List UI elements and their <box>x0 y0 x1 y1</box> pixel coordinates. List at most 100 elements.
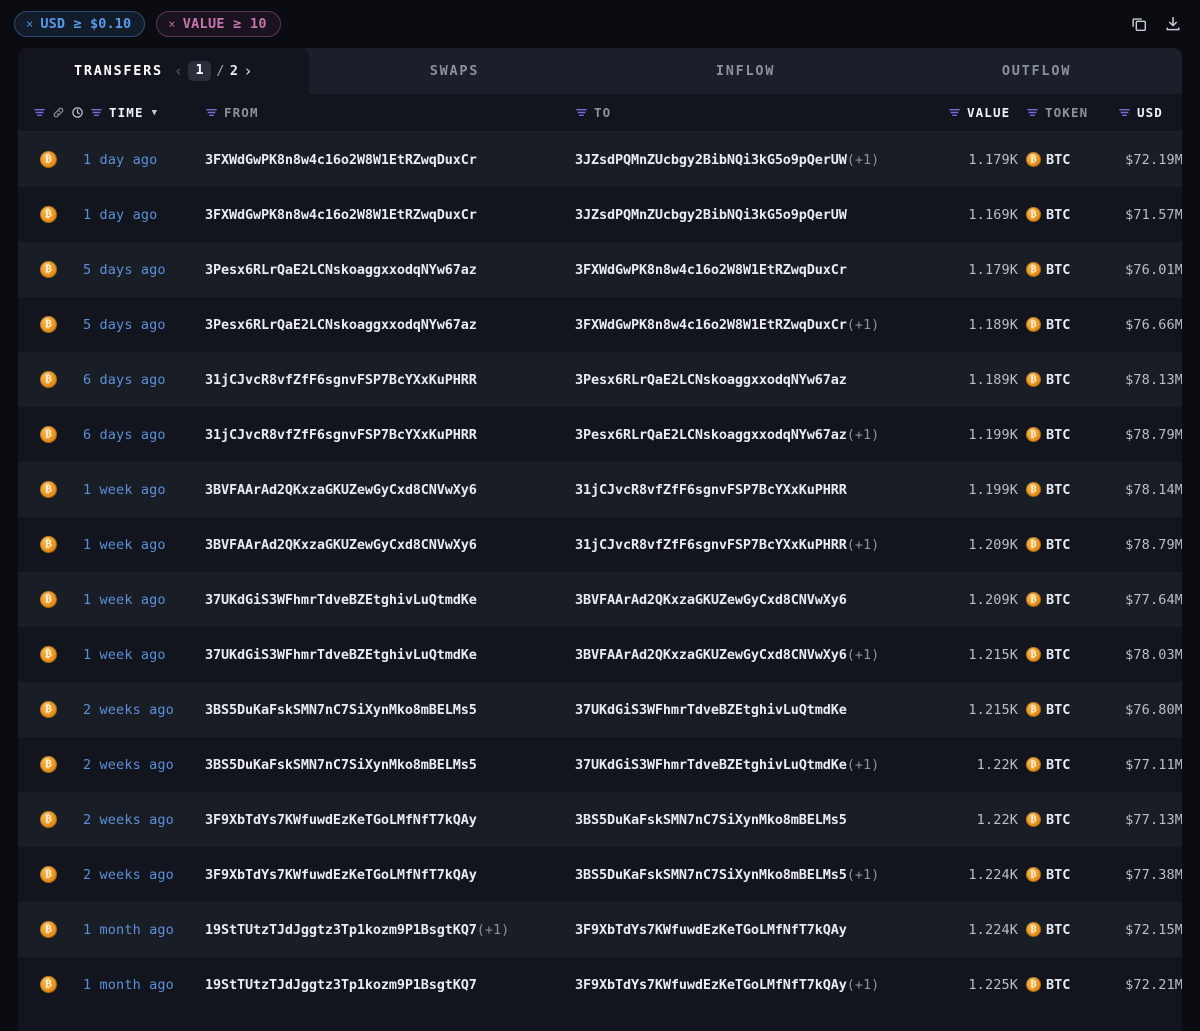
token-cell[interactable]: ₿ BTC <box>1026 537 1070 553</box>
time-cell[interactable]: 1 month ago <box>83 922 174 938</box>
from-cell[interactable]: 37UKdGiS3WFhmrTdveBZEtghivLuQtmdKe <box>205 647 477 663</box>
tab-swaps[interactable]: SWAPS <box>309 48 600 94</box>
time-cell[interactable]: 5 days ago <box>83 317 166 333</box>
filter-chip-value[interactable]: × VALUE ≥ 10 <box>156 11 281 37</box>
table-row[interactable]: ₿ 1 day ago 3FXWdGwPK8n8w4c16o2W8W1EtRZwqD… <box>18 187 1182 242</box>
from-cell[interactable]: 3Pesx6RLrQaE2LCNskoaggxxodqNYw67az <box>205 317 477 333</box>
table-row[interactable]: ₿ 2 weeks ago 3F9XbTdYs7KWfuwdEzKeTGoLMfNf… <box>18 847 1182 902</box>
time-cell[interactable]: 1 week ago <box>83 482 166 498</box>
from-cell[interactable]: 3F9XbTdYs7KWfuwdEzKeTGoLMfNfT7kQAy <box>205 812 477 828</box>
time-cell[interactable]: 6 days ago <box>83 372 166 388</box>
time-cell[interactable]: 1 week ago <box>83 647 166 663</box>
time-cell[interactable]: 5 days ago <box>83 262 166 278</box>
token-cell[interactable]: ₿ BTC <box>1026 317 1070 333</box>
to-cell[interactable]: 37UKdGiS3WFhmrTdveBZEtghivLuQtmdKe <box>575 702 847 718</box>
filter-chip-usd[interactable]: × USD ≥ $0.10 <box>14 11 146 37</box>
filter-icon[interactable] <box>575 106 588 119</box>
clock-icon[interactable] <box>71 106 84 119</box>
from-cell[interactable]: 3BVFAArAd2QKxzaGKUZewGyCxd8CNVwXy6 <box>205 482 477 498</box>
to-cell[interactable]: 3BS5DuKaFskSMN7nC7SiXynMko8mBELMs5 <box>575 812 847 828</box>
to-cell[interactable]: 31jCJvcR8vfZfF6sgnvFSP7BcYXxKuPHRR (+1) <box>575 537 879 553</box>
link-icon[interactable] <box>52 106 65 119</box>
table-row[interactable]: ₿ 1 week ago 37UKdGiS3WFhmrTdveBZEtghivLuQ… <box>18 572 1182 627</box>
table-row[interactable]: ₿ 6 days ago 31jCJvcR8vfZfF6sgnvFSP7BcYXxK… <box>18 352 1182 407</box>
table-row[interactable]: ₿ 1 month ago 19StTUtzTJdJggtz3Tp1kozm9P1B… <box>18 957 1182 1012</box>
column-time[interactable]: TIME ▼ <box>33 105 158 120</box>
token-cell[interactable]: ₿ BTC <box>1026 757 1070 773</box>
token-cell[interactable]: ₿ BTC <box>1026 592 1070 608</box>
to-cell[interactable]: 31jCJvcR8vfZfF6sgnvFSP7BcYXxKuPHRR <box>575 482 847 498</box>
to-cell[interactable]: 3F9XbTdYs7KWfuwdEzKeTGoLMfNfT7kQAy (+1) <box>575 977 879 993</box>
time-cell[interactable]: 1 day ago <box>83 207 157 223</box>
time-cell[interactable]: 2 weeks ago <box>83 757 174 773</box>
token-cell[interactable]: ₿ BTC <box>1026 427 1070 443</box>
column-token[interactable]: TOKEN <box>1026 105 1088 120</box>
from-cell[interactable]: 3BS5DuKaFskSMN7nC7SiXynMko8mBELMs5 <box>205 702 477 718</box>
filter-icon[interactable] <box>33 106 46 119</box>
from-cell[interactable]: 3FXWdGwPK8n8w4c16o2W8W1EtRZwqDuxCr <box>205 207 477 223</box>
from-cell[interactable]: 19StTUtzTJdJggtz3Tp1kozm9P1BsgtKQ7 (+1) <box>205 922 509 938</box>
to-cell[interactable]: 3Pesx6RLrQaE2LCNskoaggxxodqNYw67az (+1) <box>575 427 879 443</box>
column-to[interactable]: TO <box>575 105 611 120</box>
token-cell[interactable]: ₿ BTC <box>1026 482 1070 498</box>
token-cell[interactable]: ₿ BTC <box>1026 262 1070 278</box>
to-cell[interactable]: 3Pesx6RLrQaE2LCNskoaggxxodqNYw67az <box>575 372 847 388</box>
table-row[interactable]: ₿ 2 weeks ago 3BS5DuKaFskSMN7nC7SiXynMko8m… <box>18 682 1182 737</box>
prev-page-icon[interactable]: ‹ <box>174 63 184 79</box>
copy-icon[interactable] <box>1130 15 1148 33</box>
time-cell[interactable]: 2 weeks ago <box>83 812 174 828</box>
filter-icon[interactable] <box>90 106 103 119</box>
chevron-down-icon[interactable]: ▼ <box>152 108 159 118</box>
filter-icon[interactable] <box>1118 106 1131 119</box>
time-cell[interactable]: 2 weeks ago <box>83 702 174 718</box>
table-row[interactable]: ₿ 6 days ago 31jCJvcR8vfZfF6sgnvFSP7BcYXxK… <box>18 407 1182 462</box>
filter-icon[interactable] <box>205 106 218 119</box>
time-cell[interactable]: 6 days ago <box>83 427 166 443</box>
to-cell[interactable]: 37UKdGiS3WFhmrTdveBZEtghivLuQtmdKe (+1) <box>575 757 879 773</box>
table-row[interactable]: ₿ 1 month ago 19StTUtzTJdJggtz3Tp1kozm9P1B… <box>18 902 1182 957</box>
column-from[interactable]: FROM <box>205 105 259 120</box>
table-row[interactable]: ₿ 2 weeks ago 3BS5DuKaFskSMN7nC7SiXynMko8m… <box>18 737 1182 792</box>
token-cell[interactable]: ₿ BTC <box>1026 867 1070 883</box>
remove-filter-icon[interactable]: × <box>168 17 176 31</box>
from-cell[interactable]: 19StTUtzTJdJggtz3Tp1kozm9P1BsgtKQ7 <box>205 977 477 993</box>
table-row[interactable]: ₿ 2 weeks ago 3F9XbTdYs7KWfuwdEzKeTGoLMfNf… <box>18 792 1182 847</box>
to-cell[interactable]: 3BVFAArAd2QKxzaGKUZewGyCxd8CNVwXy6 (+1) <box>575 647 879 663</box>
token-cell[interactable]: ₿ BTC <box>1026 812 1070 828</box>
table-row[interactable]: ₿ 1 week ago 3BVFAArAd2QKxzaGKUZewGyCxd8CN… <box>18 517 1182 572</box>
tab-inflow[interactable]: INFLOW <box>600 48 891 94</box>
from-cell[interactable]: 3BS5DuKaFskSMN7nC7SiXynMko8mBELMs5 <box>205 757 477 773</box>
table-row[interactable]: ₿ 1 week ago 37UKdGiS3WFhmrTdveBZEtghivLuQ… <box>18 627 1182 682</box>
table-row[interactable]: ₿ 5 days ago 3Pesx6RLrQaE2LCNskoaggxxodqNY… <box>18 242 1182 297</box>
token-cell[interactable]: ₿ BTC <box>1026 207 1070 223</box>
from-cell[interactable]: 31jCJvcR8vfZfF6sgnvFSP7BcYXxKuPHRR <box>205 372 477 388</box>
token-cell[interactable]: ₿ BTC <box>1026 977 1070 993</box>
table-row[interactable]: ₿ 5 days ago 3Pesx6RLrQaE2LCNskoaggxxodqNY… <box>18 297 1182 352</box>
column-value[interactable]: VALUE <box>948 105 1010 120</box>
token-cell[interactable]: ₿ BTC <box>1026 702 1070 718</box>
token-cell[interactable]: ₿ BTC <box>1026 372 1070 388</box>
to-cell[interactable]: 3JZsdPQMnZUcbgy2BibNQi3kG5o9pQerUW <box>575 207 847 223</box>
time-cell[interactable]: 1 week ago <box>83 537 166 553</box>
time-cell[interactable]: 1 day ago <box>83 152 157 168</box>
time-cell[interactable]: 1 week ago <box>83 592 166 608</box>
token-cell[interactable]: ₿ BTC <box>1026 922 1070 938</box>
filter-icon[interactable] <box>948 106 961 119</box>
from-cell[interactable]: 3F9XbTdYs7KWfuwdEzKeTGoLMfNfT7kQAy <box>205 867 477 883</box>
to-cell[interactable]: 3BVFAArAd2QKxzaGKUZewGyCxd8CNVwXy6 <box>575 592 847 608</box>
to-cell[interactable]: 3JZsdPQMnZUcbgy2BibNQi3kG5o9pQerUW (+1) <box>575 152 879 168</box>
to-cell[interactable]: 3FXWdGwPK8n8w4c16o2W8W1EtRZwqDuxCr (+1) <box>575 317 879 333</box>
remove-filter-icon[interactable]: × <box>26 17 33 31</box>
token-cell[interactable]: ₿ BTC <box>1026 152 1070 168</box>
to-cell[interactable]: 3BS5DuKaFskSMN7nC7SiXynMko8mBELMs5 (+1) <box>575 867 879 883</box>
tab-transfers[interactable]: TRANSFERS ‹ 1 / 2 › <box>18 48 309 94</box>
time-cell[interactable]: 1 month ago <box>83 977 174 993</box>
to-cell[interactable]: 3FXWdGwPK8n8w4c16o2W8W1EtRZwqDuxCr <box>575 262 847 278</box>
tab-outflow[interactable]: OUTFLOW <box>891 48 1182 94</box>
table-row[interactable]: ₿ 1 week ago 3BVFAArAd2QKxzaGKUZewGyCxd8CN… <box>18 462 1182 517</box>
next-page-icon[interactable]: › <box>243 63 253 79</box>
from-cell[interactable]: 31jCJvcR8vfZfF6sgnvFSP7BcYXxKuPHRR <box>205 427 477 443</box>
from-cell[interactable]: 3BVFAArAd2QKxzaGKUZewGyCxd8CNVwXy6 <box>205 537 477 553</box>
current-page[interactable]: 1 <box>188 61 212 81</box>
from-cell[interactable]: 3FXWdGwPK8n8w4c16o2W8W1EtRZwqDuxCr <box>205 152 477 168</box>
